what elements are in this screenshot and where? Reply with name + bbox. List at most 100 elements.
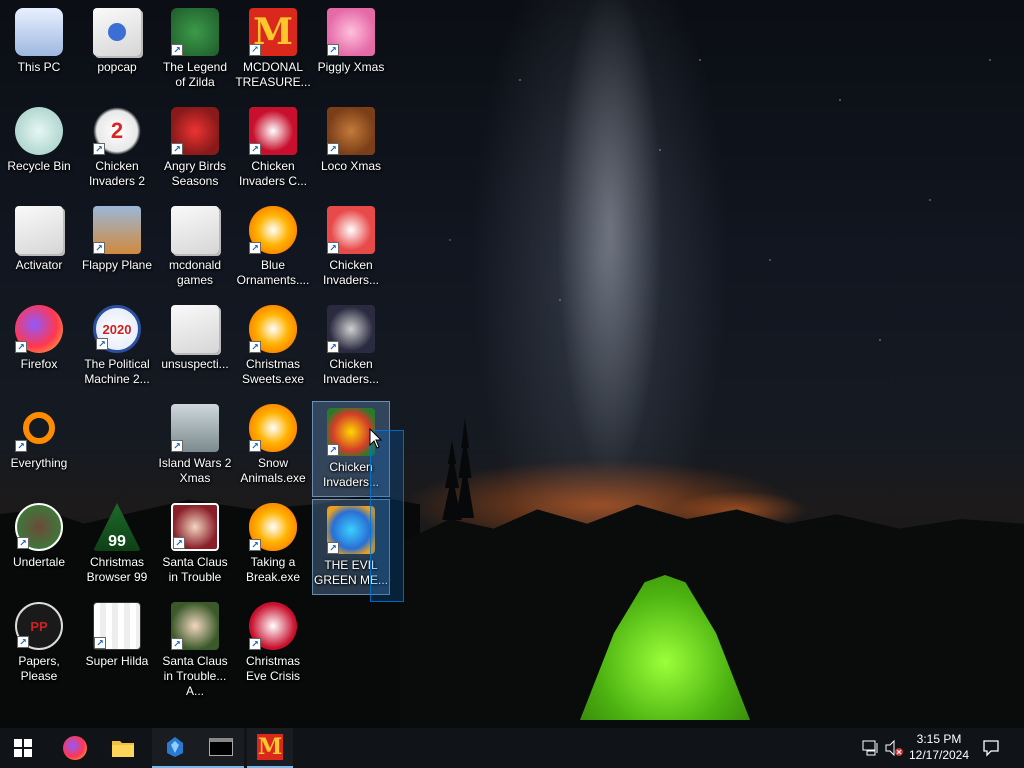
- island-wars-icon: ↗: [171, 404, 219, 452]
- start-button[interactable]: [0, 728, 46, 768]
- desktop-icon-angry-birds-seasons[interactable]: ↗ Angry Birds Seasons: [156, 101, 234, 197]
- taskbar-file-explorer-button[interactable]: [100, 728, 146, 768]
- icon-label: Santa Claus in Trouble: [162, 555, 228, 584]
- desktop-icon-undertale[interactable]: ↗ Undertale: [0, 497, 78, 593]
- shortcut-arrow-icon: ↗: [15, 440, 27, 452]
- shortcut-arrow-icon: ↗: [93, 242, 105, 254]
- chicken-icon: ↗: [327, 305, 375, 353]
- taskbar-app-button[interactable]: [152, 728, 198, 768]
- icon-label: Flappy Plane: [81, 258, 153, 272]
- desktop-icon-santa-claus-in-trouble[interactable]: ↗ Santa Claus in Trouble: [156, 497, 234, 593]
- santa-icon: ↗: [171, 602, 219, 650]
- desktop-icon-loco-xmas[interactable]: ↗ Loco Xmas: [312, 101, 390, 197]
- taskbar-mcdonalds-button[interactable]: M: [247, 728, 293, 768]
- desktop-icon-legend-of-zilda[interactable]: ↗ The Legend of Zilda: [156, 2, 234, 98]
- shortcut-arrow-icon: ↗: [249, 44, 261, 56]
- game-puzzle-icon: ↗: [249, 206, 297, 254]
- taskbar: M 3:15 PM 12/17/2024: [0, 728, 1024, 768]
- desktop-icon-christmas-sweets[interactable]: ↗ Christmas Sweets.exe: [234, 299, 312, 395]
- desktop-icon-island-wars-2[interactable]: ↗ Island Wars 2 Xmas: [156, 398, 234, 494]
- desktop-icon-recycle-bin[interactable]: Recycle Bin: [0, 101, 78, 197]
- desktop-icon-snow-animals[interactable]: ↗ Snow Animals.exe: [234, 398, 312, 494]
- desktop-icon-chicken-invaders-2[interactable]: 2 ↗ Chicken Invaders 2: [78, 101, 156, 197]
- icon-label: Activator: [15, 258, 63, 272]
- desktop-icon-piggly-xmas[interactable]: ↗ Piggly Xmas: [312, 2, 390, 98]
- political-machine-icon: 2020 ↗: [93, 305, 141, 353]
- desktop-icon-popcap[interactable]: popcap: [78, 2, 156, 98]
- icon-label: Recycle Bin: [7, 159, 71, 173]
- icon-label: Chicken Invaders 2: [88, 159, 146, 188]
- desktop-icon-super-hilda[interactable]: ↗ Super Hilda: [78, 596, 156, 692]
- icon-label: Papers, Please: [18, 654, 60, 683]
- desktop-icon-chicken-invaders-b[interactable]: ↗ Chicken Invaders...: [312, 299, 390, 395]
- desktop-icon-firefox[interactable]: ↗ Firefox: [0, 299, 78, 395]
- angry-birds-icon: ↗: [171, 107, 219, 155]
- everything-search-icon: ↗: [15, 404, 63, 452]
- taskbar-firefox-button[interactable]: [52, 728, 98, 768]
- system-clock[interactable]: 3:15 PM 12/17/2024: [900, 731, 978, 763]
- desktop-icon-chicken-invaders-a[interactable]: ↗ Chicken Invaders...: [312, 200, 390, 296]
- chicken-icon: ↗: [249, 107, 297, 155]
- shortcut-arrow-icon: ↗: [327, 242, 339, 254]
- desktop-icon-flappy-plane[interactable]: ↗ Flappy Plane: [78, 200, 156, 296]
- shortcut-arrow-icon: ↗: [94, 637, 106, 649]
- app-icon: [167, 737, 183, 757]
- desktop-icon-taking-a-break[interactable]: ↗ Taking a Break.exe: [234, 497, 312, 593]
- network-icon[interactable]: [861, 738, 881, 758]
- shortcut-arrow-icon: ↗: [327, 542, 339, 554]
- desktop-icon-unsuspecting[interactable]: unsuspecti...: [156, 299, 234, 395]
- desktop-icon-blue-ornaments[interactable]: ↗ Blue Ornaments....: [234, 200, 312, 296]
- shortcut-arrow-icon: ↗: [171, 44, 183, 56]
- icon-label: Angry Birds Seasons: [163, 159, 227, 188]
- santa-icon: ↗: [249, 602, 297, 650]
- desktop-icon-everything[interactable]: ↗ Everything: [0, 398, 78, 494]
- desktop-icon-santa-claus-in-trouble-again[interactable]: ↗ Santa Claus in Trouble... A...: [156, 596, 234, 698]
- firefox-icon: ↗: [15, 305, 63, 353]
- shortcut-arrow-icon: ↗: [93, 143, 105, 155]
- desktop-icon-papers-please[interactable]: PP ↗ Papers, Please: [0, 596, 78, 692]
- clock-time: 3:15 PM: [916, 732, 962, 746]
- desktop-icon-christmas-eve-crisis[interactable]: ↗ Christmas Eve Crisis: [234, 596, 312, 692]
- shortcut-arrow-icon: ↗: [171, 143, 183, 155]
- plane-icon: ↗: [93, 206, 141, 254]
- desktop[interactable]: This PC Recycle Bin Activator ↗ Firefox …: [0, 0, 1024, 728]
- firefox-icon: [63, 736, 87, 760]
- papers-please-icon: PP ↗: [15, 602, 63, 650]
- taskbar-terminal-button[interactable]: [198, 728, 244, 768]
- icon-label: Chicken Invaders...: [322, 357, 380, 386]
- action-center-icon[interactable]: [981, 738, 1001, 758]
- desktop-icon-christmas-browser[interactable]: 99 Christmas Browser 99: [78, 497, 156, 593]
- icon-label: Island Wars 2 Xmas: [158, 456, 232, 485]
- icon-label: This PC: [17, 60, 61, 74]
- game-puzzle-icon: ↗: [249, 503, 297, 551]
- shortcut-arrow-icon: ↗: [249, 539, 261, 551]
- desktop-icon-mcdonald-games[interactable]: mcdonald games: [156, 200, 234, 296]
- recycle-bin-icon: [15, 107, 63, 155]
- shortcut-arrow-icon: ↗: [327, 341, 339, 353]
- chicken-icon: 2 ↗: [93, 107, 141, 155]
- desktop-icon-mcdonald-treasure[interactable]: M ↗ MCDONAL TREASURE...: [234, 2, 312, 98]
- desktop-icon-political-machine[interactable]: 2020 ↗ The Political Machine 2...: [78, 299, 156, 395]
- desktop-icon-activator[interactable]: Activator: [0, 200, 78, 296]
- shortcut-arrow-icon: ↗: [327, 143, 339, 155]
- shortcut-arrow-icon: ↗: [249, 242, 261, 254]
- icon-badge: 2020: [102, 321, 132, 337]
- windows-icon: [14, 739, 32, 757]
- mcdonalds-icon: M: [257, 734, 283, 760]
- icon-label: MCDONAL TREASURE...: [235, 60, 311, 89]
- game-puzzle-icon: ↗: [249, 305, 297, 353]
- shortcut-arrow-icon: ↗: [96, 338, 108, 350]
- shortcut-arrow-icon: ↗: [17, 636, 29, 648]
- chicken-icon: ↗: [327, 408, 375, 456]
- desktop-icon-this-pc[interactable]: This PC: [0, 2, 78, 98]
- terminal-icon: [209, 738, 233, 756]
- icon-label: Christmas Eve Crisis: [245, 654, 300, 683]
- pig-icon: ↗: [327, 8, 375, 56]
- super-hilda-icon: ↗: [93, 602, 141, 650]
- shortcut-arrow-icon: ↗: [249, 638, 261, 650]
- desktop-icon-chicken-invaders-christmas[interactable]: ↗ Chicken Invaders C...: [234, 101, 312, 197]
- selection-rectangle: [370, 430, 404, 602]
- icon-label: Firefox: [20, 357, 58, 371]
- undertale-icon: ↗: [15, 503, 63, 551]
- icon-label: Christmas Browser 99: [86, 555, 148, 584]
